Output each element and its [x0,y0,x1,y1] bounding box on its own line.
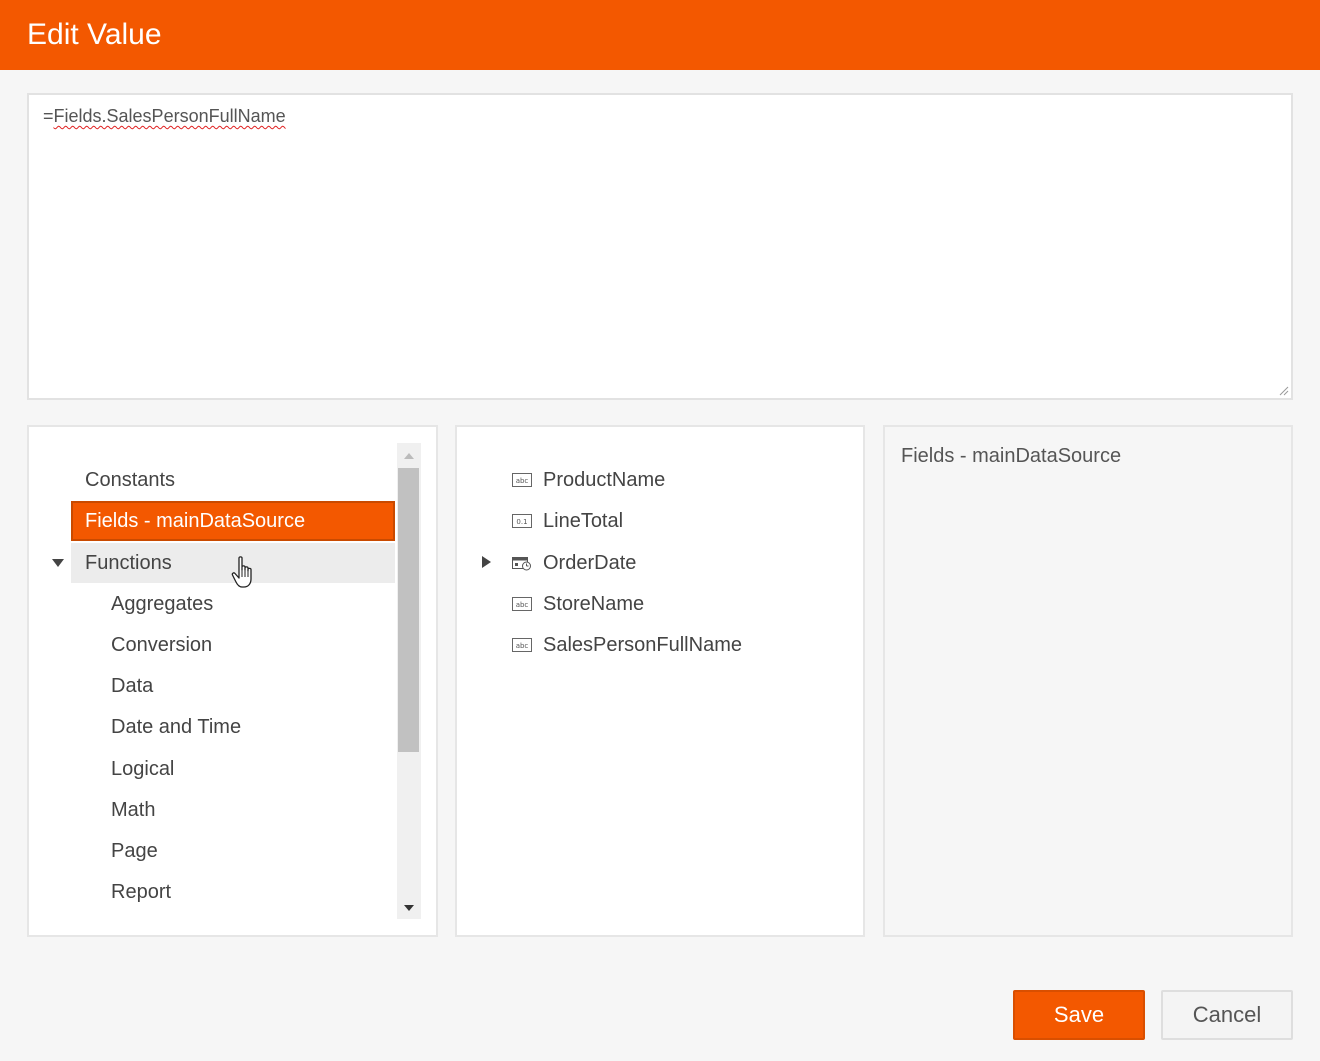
function-category-label: Report [111,881,172,903]
function-category-label: Date and Time [111,716,242,738]
function-category-label: Math [111,799,156,821]
svg-text:0.1: 0.1 [516,518,527,526]
function-category-date-and-time[interactable]: Date and Time [97,707,395,747]
cancel-button[interactable]: Cancel [1161,990,1293,1040]
expression-value: Fields.SalesPersonFullName [53,106,286,126]
function-category-math[interactable]: Math [97,790,395,830]
category-label: Fields - mainDataSource [85,510,306,532]
field-label: LineTotal [543,510,624,532]
function-category-label: Aggregates [111,593,214,615]
dialog-title: Edit Value [27,18,162,51]
field-label: OrderDate [543,552,637,574]
number-field-icon: 0.1 [512,514,532,528]
scroll-down-icon[interactable] [403,903,415,913]
categories-scrollbar[interactable] [397,443,421,919]
text-field-icon: abc [512,638,532,652]
function-category-label: Conversion [111,634,213,656]
function-category-logical[interactable]: Logical [97,749,395,789]
date-field-icon [512,557,531,571]
description-panel: Fields - mainDataSource [883,425,1293,937]
hand-cursor-icon [231,556,252,588]
category-fields[interactable]: Fields - mainDataSource [71,501,395,541]
function-category-label: Logical [111,758,175,780]
collapse-arrow-icon[interactable] [51,556,65,570]
field-label: SalesPersonFullName [543,634,742,656]
field-label: StoreName [543,593,645,615]
svg-text:abc: abc [516,477,529,485]
category-label: Functions [85,552,172,574]
field-item-orderdate[interactable]: OrderDate [512,543,636,583]
function-category-conversion[interactable]: Conversion [97,625,395,665]
function-category-page[interactable]: Page [97,831,395,871]
fields-panel: abc ProductName 0.1 LineTotal OrderDate … [455,425,865,937]
field-item-linetotal[interactable]: 0.1 LineTotal [512,501,623,541]
text-field-icon: abc [512,597,532,611]
field-item-salespersonfullname[interactable]: abc SalesPersonFullName [512,625,742,665]
categories-panel: Constants Fields - mainDataSource Functi… [27,425,438,937]
description-text: Fields - mainDataSource [901,445,1122,467]
function-category-label: Page [111,840,158,862]
field-label: ProductName [543,469,666,491]
text-field-icon: abc [512,473,532,487]
scroll-up-icon[interactable] [403,451,415,461]
dialog-titlebar: Edit Value [0,0,1320,70]
function-category-label: Data [111,675,154,697]
expression-editor[interactable]: =Fields.SalesPersonFullName [27,93,1293,400]
expression-prefix: = [43,106,54,126]
function-category-report[interactable]: Report [97,872,395,912]
category-constants[interactable]: Constants [71,460,395,500]
svg-text:abc: abc [516,601,529,609]
expand-arrow-icon[interactable] [479,555,493,569]
resize-grip-icon[interactable] [1277,384,1289,396]
category-label: Constants [85,469,176,491]
svg-text:abc: abc [516,642,529,650]
field-item-productname[interactable]: abc ProductName [512,460,665,500]
save-button[interactable]: Save [1013,990,1145,1040]
expression-text[interactable]: =Fields.SalesPersonFullName [43,105,286,127]
field-item-storename[interactable]: abc StoreName [512,584,644,624]
function-category-data[interactable]: Data [97,666,395,706]
scrollbar-thumb[interactable] [398,468,419,752]
